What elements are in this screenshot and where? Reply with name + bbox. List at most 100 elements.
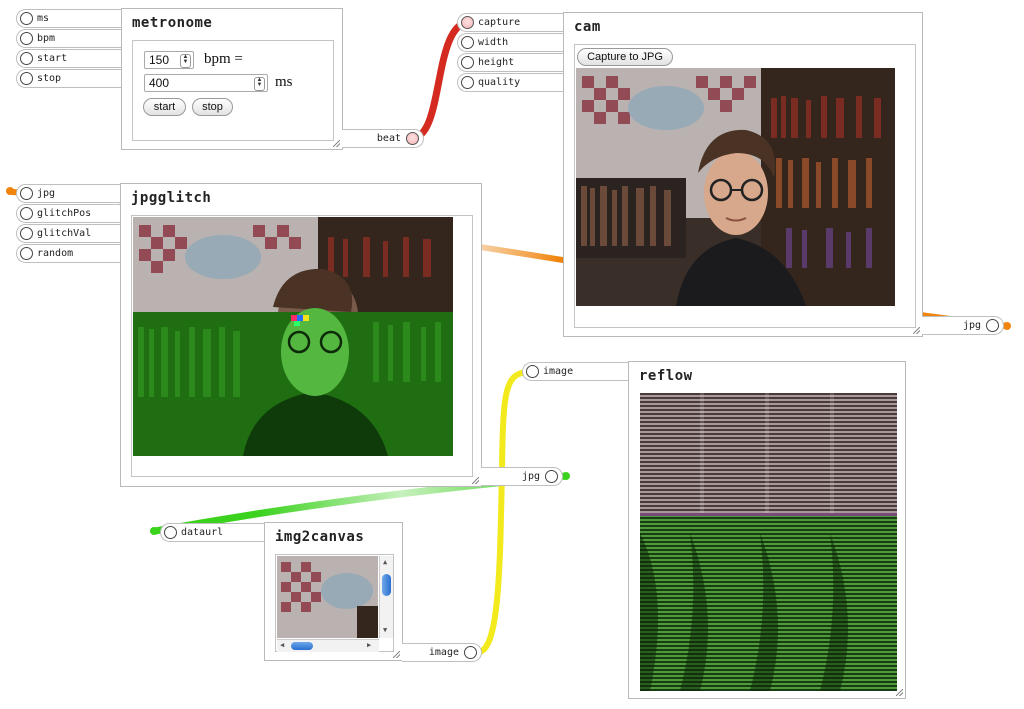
port-label: random — [37, 248, 74, 259]
cam-input-height[interactable]: height — [457, 53, 565, 72]
jpgglitch-output-jpg[interactable]: jpg — [481, 467, 563, 486]
start-button[interactable]: start — [143, 98, 186, 116]
vertical-scrollbar[interactable]: ▲ ▼ — [379, 556, 393, 638]
ms-stepper[interactable]: 400 ▲ ▼ — [144, 74, 268, 92]
jpgglitch-panel[interactable]: jpgglitch — [120, 183, 482, 487]
port-circle-icon[interactable] — [545, 470, 558, 483]
metronome-input-stop[interactable]: stop — [16, 69, 124, 88]
wire-end-dot — [6, 187, 14, 195]
node-title: metronome — [132, 15, 213, 31]
reflow-input-image[interactable]: image — [522, 362, 630, 381]
horizontal-scroll-thumb[interactable] — [291, 642, 313, 650]
ms-value: 400 — [149, 76, 170, 90]
port-label: image — [428, 647, 459, 658]
img2canvas-output-image[interactable]: image — [402, 643, 482, 662]
jpgglitch-input-random[interactable]: random — [16, 244, 124, 263]
port-circle-icon[interactable] — [20, 227, 33, 240]
bpm-value: 150 — [149, 53, 170, 67]
bpm-stepper[interactable]: 150 ▲ ▼ — [144, 51, 194, 69]
port-label: dataurl — [181, 527, 224, 538]
port-label: stop — [37, 73, 62, 84]
node-title: reflow — [639, 368, 693, 384]
port-circle-icon[interactable] — [986, 319, 999, 332]
metronome-panel[interactable]: metronome 150 ▲ ▼ bpm = 400 ▲ ▼ ms start sto… — [121, 8, 343, 150]
port-circle-icon[interactable] — [20, 72, 33, 85]
jpgglitch-body — [131, 215, 473, 477]
port-label: glitchPos — [37, 208, 92, 219]
cam-body: Capture to JPG — [574, 44, 916, 328]
stepper-arrows-icon[interactable]: ▲ ▼ — [180, 54, 191, 68]
port-label: ms — [37, 13, 50, 24]
port-circle-icon[interactable] — [20, 52, 33, 65]
node-title: jpgglitch — [131, 190, 212, 206]
metronome-input-start[interactable]: start — [16, 49, 124, 68]
metronome-input-bpm[interactable]: bpm — [16, 29, 124, 48]
scroll-up-icon[interactable]: ▲ — [383, 558, 387, 566]
port-label: jpg — [37, 188, 56, 199]
port-label: jpg — [962, 320, 981, 331]
vertical-scroll-thumb[interactable] — [382, 574, 391, 596]
port-circle-icon[interactable] — [461, 36, 474, 49]
resize-handle[interactable] — [333, 140, 340, 147]
canvas-preview — [277, 556, 378, 638]
resize-handle[interactable] — [913, 327, 920, 334]
node-title: img2canvas — [275, 529, 365, 545]
resize-handle[interactable] — [896, 689, 903, 696]
img2canvas-panel[interactable]: img2canvas ▲ ▼ ◀ ▶ — [264, 522, 403, 661]
wire-end-dot — [1003, 322, 1011, 330]
port-label: image — [543, 366, 574, 377]
horizontal-scrollbar[interactable]: ◀ ▶ — [277, 639, 379, 652]
wire-image-to-reflow — [475, 369, 533, 655]
port-circle-icon[interactable] — [526, 365, 539, 378]
capture-to-jpg-button[interactable]: Capture to JPG — [577, 48, 673, 66]
resize-handle[interactable] — [472, 477, 479, 484]
port-circle-icon[interactable] — [20, 12, 33, 25]
port-label: beat — [376, 133, 401, 144]
cam-panel[interactable]: cam Capture to JPG — [563, 12, 923, 337]
img2canvas-input-dataurl[interactable]: dataurl — [160, 523, 266, 542]
port-label: glitchVal — [37, 228, 92, 239]
img2canvas-body: ▲ ▼ ◀ ▶ — [275, 554, 394, 652]
port-circle-icon[interactable] — [20, 187, 33, 200]
scroll-left-icon[interactable]: ◀ — [280, 641, 284, 649]
reflow-panel[interactable]: reflow — [628, 361, 906, 699]
port-circle-icon[interactable] — [164, 526, 177, 539]
scroll-right-icon[interactable]: ▶ — [367, 641, 371, 649]
bpm-label: bpm = — [204, 51, 243, 67]
metronome-input-ms[interactable]: ms — [16, 9, 124, 28]
reflow-output-image — [640, 393, 897, 691]
resize-handle[interactable] — [393, 651, 400, 658]
jpgglitch-input-jpg[interactable]: jpg — [16, 184, 124, 203]
port-label: start — [37, 53, 68, 64]
port-circle-icon[interactable] — [461, 56, 474, 69]
metronome-body: 150 ▲ ▼ bpm = 400 ▲ ▼ ms start stop — [132, 40, 334, 141]
port-circle-icon[interactable] — [461, 76, 474, 89]
stop-button[interactable]: stop — [192, 98, 233, 116]
port-label: bpm — [37, 33, 56, 44]
metronome-output-beat[interactable]: beat — [342, 129, 424, 148]
port-circle-icon[interactable] — [20, 247, 33, 260]
stepper-arrows-icon[interactable]: ▲ ▼ — [254, 77, 265, 91]
cam-input-quality[interactable]: quality — [457, 73, 565, 92]
cam-input-capture[interactable]: capture — [457, 13, 565, 32]
port-label: width — [478, 37, 509, 48]
glitched-image — [133, 217, 453, 456]
port-label: quality — [478, 77, 521, 88]
webcam-preview — [576, 68, 895, 306]
port-circle-icon[interactable] — [20, 32, 33, 45]
port-circle-icon[interactable] — [461, 16, 474, 29]
cam-input-width[interactable]: width — [457, 33, 565, 52]
node-title: cam — [574, 19, 601, 35]
scroll-down-icon[interactable]: ▼ — [383, 626, 387, 634]
port-label: capture — [478, 17, 521, 28]
port-circle-icon[interactable] — [20, 207, 33, 220]
wire-end-dot — [562, 472, 570, 480]
jpgglitch-input-glitchpos[interactable]: glitchPos — [16, 204, 124, 223]
port-circle-icon[interactable] — [464, 646, 477, 659]
port-circle-icon[interactable] — [406, 132, 419, 145]
jpgglitch-input-glitchval[interactable]: glitchVal — [16, 224, 124, 243]
port-label: height — [478, 57, 515, 68]
port-label: jpg — [521, 471, 540, 482]
ms-label: ms — [275, 74, 293, 90]
cam-output-jpg[interactable]: jpg — [922, 316, 1004, 335]
